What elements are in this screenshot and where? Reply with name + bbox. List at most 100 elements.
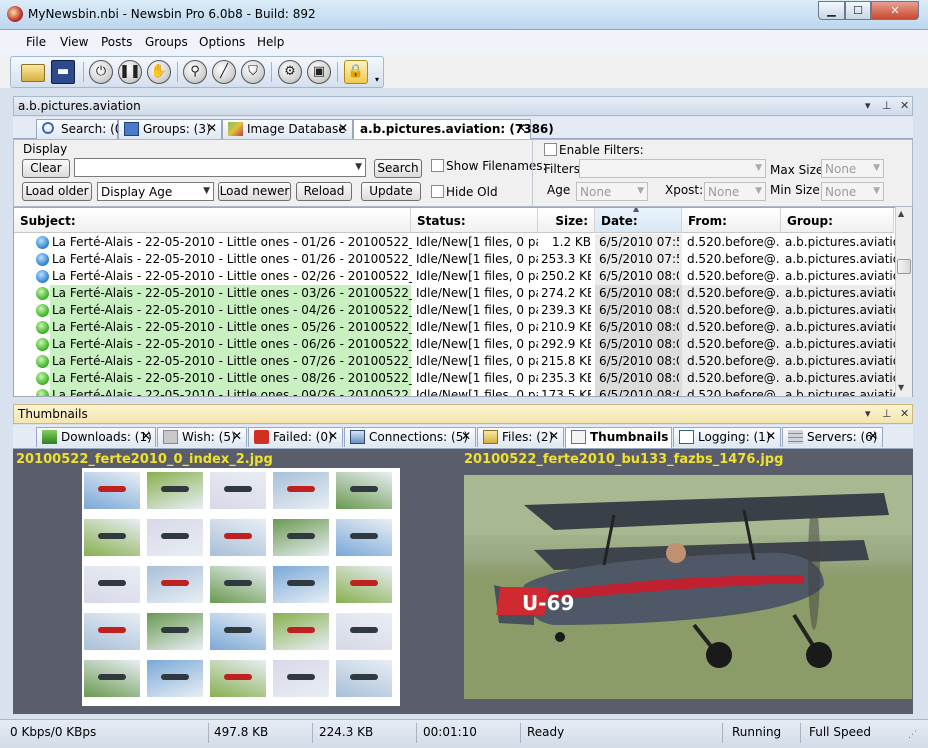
tab-logging[interactable]: Logging: (1) ✕ bbox=[673, 427, 781, 447]
group-tabs: Search: (0) Groups: (3) ✕ Image Database… bbox=[13, 117, 913, 140]
panel-menu-icon[interactable]: ▾ bbox=[865, 99, 871, 112]
table-row[interactable]: La Ferté-Alais - 22-05-2010 - Little one… bbox=[14, 251, 895, 268]
panel-close-icon[interactable]: ✕ bbox=[900, 407, 909, 420]
tab-close-icon[interactable]: ✕ bbox=[338, 121, 348, 135]
tab-thumbnails[interactable]: Thumbnails bbox=[565, 427, 672, 448]
post-list[interactable]: Subject: Status: Size: Date: ▲ From: Grou… bbox=[13, 207, 913, 397]
cell-from: d.520.before@... bbox=[687, 286, 779, 300]
col-from[interactable]: From: bbox=[682, 208, 781, 233]
resize-grip-icon[interactable]: ⋰ bbox=[908, 730, 917, 740]
tab-close-icon[interactable]: ✕ bbox=[232, 429, 242, 443]
close-button[interactable]: ✕ bbox=[871, 1, 919, 20]
table-row[interactable]: La Ferté-Alais - 22-05-2010 - Little one… bbox=[14, 387, 895, 396]
toolbar-overflow-icon[interactable]: ▾ bbox=[375, 75, 379, 84]
scroll-thumb[interactable] bbox=[897, 259, 911, 274]
maximize-button[interactable]: ☐ bbox=[845, 1, 871, 20]
table-row[interactable]: La Ferté-Alais - 22-05-2010 - Little one… bbox=[14, 370, 895, 387]
load-newer-button[interactable]: Load newer bbox=[218, 182, 291, 201]
pin-icon[interactable]: ⊥ bbox=[882, 407, 892, 420]
filters-select[interactable]: ▼ bbox=[579, 159, 766, 178]
enable-filters-checkbox[interactable] bbox=[544, 143, 557, 156]
display-age-select[interactable]: Display Age ▼ bbox=[97, 182, 214, 201]
biplane-photo[interactable]: U-69 bbox=[464, 475, 912, 699]
col-status[interactable]: Status: bbox=[411, 208, 538, 233]
col-date[interactable]: Date: ▲ bbox=[595, 208, 682, 233]
index-contact-sheet-image[interactable] bbox=[82, 468, 400, 706]
table-row[interactable]: La Ferté-Alais - 22-05-2010 - Little one… bbox=[14, 336, 895, 353]
hand-icon[interactable]: ✋ bbox=[147, 60, 171, 84]
tab-image-database[interactable]: Image Database ✕ bbox=[222, 119, 353, 139]
col-group[interactable]: Group: bbox=[781, 208, 894, 233]
post-list-scrollbar[interactable]: ▲ ▼ bbox=[895, 207, 912, 397]
save-icon[interactable]: ▬ bbox=[51, 60, 75, 84]
tab-close-icon[interactable]: ✕ bbox=[868, 429, 878, 443]
search-combo[interactable]: ▼ bbox=[74, 158, 366, 177]
tab-search[interactable]: Search: (0) bbox=[36, 119, 127, 139]
tab-close-icon[interactable]: ✕ bbox=[549, 429, 559, 443]
tab-aviation[interactable]: a.b.pictures.aviation: (7386) ✕ bbox=[353, 119, 554, 140]
tab-servers[interactable]: Servers: (6) ✕ bbox=[782, 427, 883, 447]
cell-subject: La Ferté-Alais - 22-05-2010 - Little one… bbox=[52, 303, 412, 317]
cell-subject: La Ferté-Alais - 22-05-2010 - Little one… bbox=[52, 286, 412, 300]
tab-connections[interactable]: Connections: (5) ✕ bbox=[344, 427, 476, 447]
load-older-button[interactable]: Load older bbox=[22, 182, 92, 201]
tab-close-icon[interactable]: ✕ bbox=[207, 121, 217, 135]
max-size-select[interactable]: None ▼ bbox=[821, 159, 884, 178]
tab-failed[interactable]: Failed: (0) ✕ bbox=[248, 427, 343, 447]
xpost-select[interactable]: None ▼ bbox=[704, 182, 766, 201]
clear-button[interactable]: Clear bbox=[22, 159, 70, 178]
table-row[interactable]: La Ferté-Alais - 22-05-2010 - Little one… bbox=[14, 353, 895, 370]
menu-options[interactable]: Options bbox=[199, 35, 245, 49]
table-row[interactable]: La Ferté-Alais - 22-05-2010 - Little one… bbox=[14, 302, 895, 319]
title-bar[interactable]: MyNewsbin.nbi - Newsbin Pro 6.0b8 - Buil… bbox=[0, 0, 928, 30]
search-icon[interactable]: ⚲ bbox=[183, 60, 207, 84]
col-subject[interactable]: Subject: bbox=[14, 208, 411, 233]
tab-files[interactable]: Files: (2) ✕ bbox=[477, 427, 564, 447]
pin-icon[interactable]: ⊥ bbox=[882, 99, 892, 112]
pause-icon[interactable]: ❚❚ bbox=[118, 60, 142, 84]
table-row[interactable]: La Ferté-Alais - 22-05-2010 - Little one… bbox=[14, 285, 895, 302]
tab-close-icon[interactable]: ✕ bbox=[141, 429, 151, 443]
thumb-filename-1[interactable]: 20100522_ferte2010_0_index_2.jpg bbox=[16, 452, 273, 467]
age-select[interactable]: None ▼ bbox=[576, 182, 648, 201]
hide-old-checkbox[interactable] bbox=[431, 185, 444, 198]
power-icon[interactable]: ⏻ bbox=[89, 60, 113, 84]
thumb-filename-2[interactable]: 20100522_ferte2010_bu133_fazbs_1476.jpg bbox=[464, 452, 783, 467]
show-filenames-checkbox[interactable] bbox=[431, 159, 444, 172]
table-row[interactable]: La Ferté-Alais - 22-05-2010 - Little one… bbox=[14, 268, 895, 285]
menu-help[interactable]: Help bbox=[257, 35, 284, 49]
contact-thumb bbox=[210, 566, 266, 603]
col-size[interactable]: Size: bbox=[538, 208, 595, 233]
table-row[interactable]: La Ferté-Alais - 22-05-2010 - Little one… bbox=[14, 319, 895, 336]
menu-groups[interactable]: Groups bbox=[145, 35, 188, 49]
minimize-button[interactable]: ▁ bbox=[818, 1, 845, 20]
cell-date: 6/5/2010 08:00 bbox=[599, 371, 679, 385]
contact-thumb bbox=[147, 472, 203, 509]
lock-icon[interactable]: 🔒 bbox=[344, 60, 368, 84]
update-button[interactable]: Update bbox=[361, 182, 421, 201]
tab-groups[interactable]: Groups: (3) ✕ bbox=[118, 119, 222, 139]
tab-wish[interactable]: Wish: (5) ✕ bbox=[157, 427, 247, 447]
menu-posts[interactable]: Posts bbox=[101, 35, 132, 49]
box-icon[interactable]: ▣ bbox=[307, 60, 331, 84]
cell-from: d.520.before@... bbox=[687, 371, 779, 385]
cell-subject: La Ferté-Alais - 22-05-2010 - Little one… bbox=[52, 235, 412, 249]
menu-file[interactable]: File bbox=[26, 35, 46, 49]
panel-close-icon[interactable]: ✕ bbox=[900, 99, 909, 112]
cell-size: 253.3 KB bbox=[541, 252, 591, 266]
menu-view[interactable]: View bbox=[60, 35, 88, 49]
brush-icon[interactable]: ╱ bbox=[212, 60, 236, 84]
reload-button[interactable]: Reload bbox=[296, 182, 352, 201]
table-row[interactable]: La Ferté-Alais - 22-05-2010 - Little one… bbox=[14, 234, 895, 251]
open-folder-icon[interactable] bbox=[21, 64, 45, 82]
gear-icon[interactable]: ⚙ bbox=[278, 60, 302, 84]
tab-close-icon[interactable]: ✕ bbox=[516, 121, 526, 135]
tab-close-icon[interactable]: ✕ bbox=[328, 429, 338, 443]
tab-close-icon[interactable]: ✕ bbox=[766, 429, 776, 443]
panel-menu-icon[interactable]: ▾ bbox=[865, 407, 871, 420]
tab-downloads[interactable]: Downloads: (1) ✕ bbox=[36, 427, 156, 447]
shield-icon[interactable]: ⛉ bbox=[241, 60, 265, 84]
min-size-select[interactable]: None ▼ bbox=[821, 182, 884, 201]
search-button[interactable]: Search bbox=[374, 159, 422, 178]
tab-close-icon[interactable]: ✕ bbox=[461, 429, 471, 443]
